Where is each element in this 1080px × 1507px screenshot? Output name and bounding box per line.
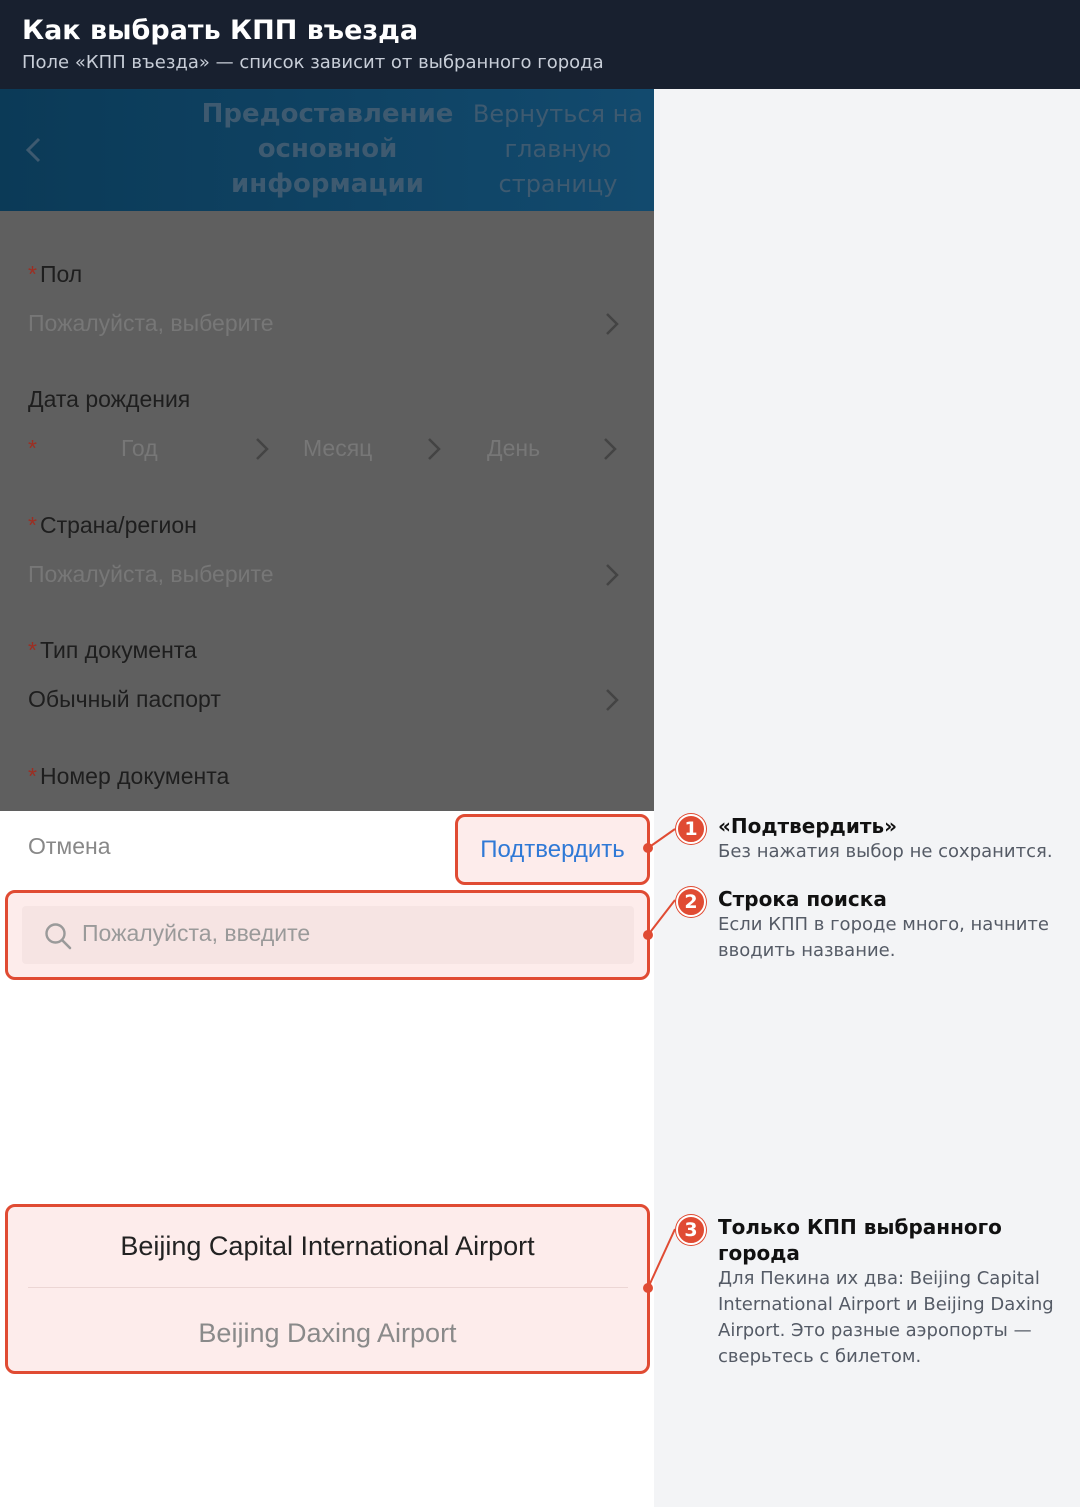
annotation-title: Строка поиска (718, 887, 887, 911)
annotation-3: Только КПП выбранного города Для Пекина … (718, 1214, 1063, 1370)
annotation-number-3: 3 (676, 1215, 706, 1245)
annotation-number-1: 1 (676, 814, 706, 844)
annotation-title: «Подтвердить» (718, 814, 898, 838)
annotation-text: Если КПП в городе много, начните вводить… (718, 914, 1049, 961)
annotation-text: Без нажатия выбор не сохранится. (718, 841, 1053, 862)
annotation-title: Только КПП выбранного города (718, 1215, 1002, 1265)
annotation-2: Строка поиска Если КПП в городе много, н… (718, 886, 1063, 964)
annotation-text: Для Пекина их два: Beijing Capital Inter… (718, 1268, 1054, 1367)
annotation-number-2: 2 (676, 887, 706, 917)
annotation-1: «Подтвердить» Без нажатия выбор не сохра… (718, 813, 1063, 865)
